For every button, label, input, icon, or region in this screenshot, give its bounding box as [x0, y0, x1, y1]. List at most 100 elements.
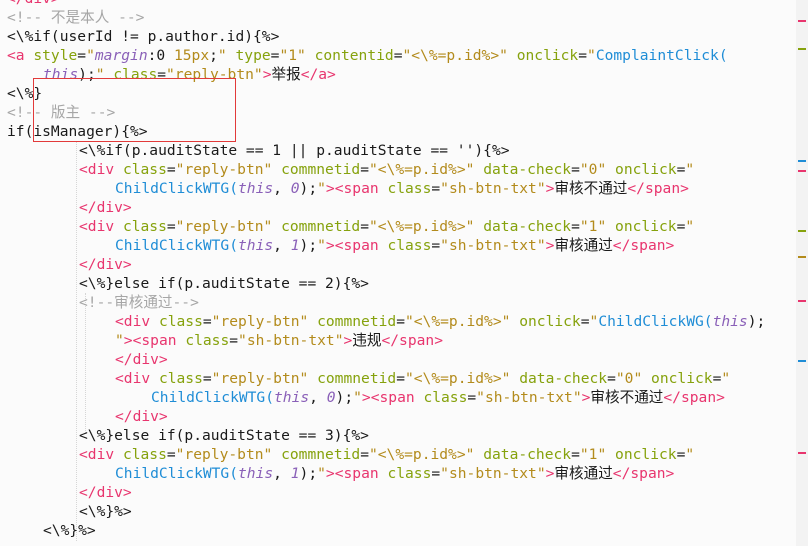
code-token: </div>	[79, 256, 132, 273]
code-token: </div>	[79, 484, 132, 501]
code-line[interactable]: <\%if(userId != p.author.id){%>	[0, 27, 796, 46]
code-token: <!-- 版主 -->	[7, 104, 116, 121]
code-token: class	[387, 180, 432, 197]
code-token: </span>	[627, 180, 689, 197]
code-token: >	[343, 332, 353, 349]
code-token: class	[158, 313, 203, 330]
code-line[interactable]: <\%}	[0, 84, 796, 103]
code-line[interactable]: <!-- 不是本人 -->	[0, 8, 796, 27]
code-token: </span>	[612, 465, 675, 482]
code-token: "0"	[579, 161, 616, 178]
code-token: "	[353, 389, 362, 406]
code-token: this	[712, 313, 748, 330]
code-line[interactable]: <!-- 版主 -->	[0, 103, 796, 122]
code-token: );	[747, 313, 766, 330]
code-line[interactable]: <div class="reply-btn" commnetid="<\%=p.…	[0, 160, 796, 179]
code-line[interactable]: if(isManager){%>	[0, 122, 796, 141]
code-line[interactable]: <div class="reply-btn" commnetid="<\%=p.…	[0, 217, 796, 236]
code-token: ChildClickWG(	[598, 313, 713, 330]
code-line[interactable]: <a style="margin:0 15px;" type="1" conte…	[0, 46, 796, 65]
code-token: 0	[326, 389, 336, 406]
code-token: 1	[290, 237, 300, 254]
code-line[interactable]: </div>	[0, 255, 796, 274]
code-token: 1	[290, 465, 300, 482]
code-editor[interactable]: </div> <!-- 不是本人 --> <\%if(userId != p.aut…	[0, 0, 808, 546]
code-area[interactable]: </div> <!-- 不是本人 --> <\%if(userId != p.aut…	[0, 0, 796, 540]
code-token: ><span	[325, 237, 388, 254]
code-token: "1"	[579, 218, 616, 235]
code-line[interactable]: ChildClickWTG(this, 1);"><span class="sh…	[0, 464, 796, 483]
code-token: "sh-btn-txt"	[440, 237, 546, 254]
code-token: "sh-btn-txt"	[440, 180, 546, 197]
code-token: ChildClickWTG(	[115, 237, 239, 254]
code-line[interactable]: </div>	[0, 0, 796, 8]
code-line[interactable]: <\%}%>	[0, 521, 796, 540]
code-token: 15px	[173, 47, 210, 64]
code-line[interactable]: <\%}else if(p.auditState == 3){%>	[0, 426, 796, 445]
code-token: ><span	[325, 180, 388, 197]
code-token: "reply-btn"	[175, 218, 282, 235]
code-token: "<\%=p.id%>"	[368, 161, 484, 178]
code-token: "<\%=p.id%>"	[404, 313, 520, 330]
code-line[interactable]: ChildClickWTG(this, 0);"><span class="sh…	[0, 179, 796, 198]
code-token: ChildClickWTG(	[115, 180, 239, 197]
code-token: ,	[273, 465, 291, 482]
code-line[interactable]: </div>	[0, 350, 796, 369]
code-token: ,	[273, 237, 291, 254]
code-token: this	[43, 66, 79, 83]
code-line[interactable]: <div class="reply-btn" commnetid="<\%=p.…	[0, 312, 796, 331]
code-line[interactable]: </div>	[0, 198, 796, 217]
code-token: );	[335, 389, 354, 406]
minimap[interactable]	[796, 0, 808, 546]
minimap-mark	[798, 160, 806, 162]
code-line[interactable]: this);" class="reply-btn">举报</a>	[0, 65, 796, 84]
code-token: "	[589, 313, 599, 330]
code-token: ComplaintClick(	[595, 47, 728, 64]
code-line[interactable]: <\%}else if(p.auditState == 2){%>	[0, 274, 796, 293]
code-token: =	[360, 161, 369, 178]
code-token: commnetid	[317, 370, 397, 387]
code-token: "	[685, 218, 695, 235]
code-line[interactable]: <div class="reply-btn" commnetid="<\%=p.…	[0, 369, 796, 388]
code-token: "	[317, 465, 326, 482]
code-token: <div	[79, 161, 123, 178]
code-token: onclick	[615, 218, 677, 235]
code-token: onclick	[651, 370, 713, 387]
code-token: if(isManager){%>	[7, 123, 148, 140]
minimap-mark	[798, 230, 806, 232]
code-token: class	[185, 332, 230, 349]
code-line[interactable]: <!--审核通过-->	[0, 293, 796, 312]
code-token: =	[571, 218, 580, 235]
code-token: ,	[273, 180, 291, 197]
code-token: "	[587, 47, 596, 64]
code-token: <div	[79, 446, 123, 463]
code-token: commnetid	[317, 313, 397, 330]
code-token: =	[571, 161, 580, 178]
code-token: =	[166, 161, 176, 178]
code-token: <!-- 不是本人 -->	[7, 9, 145, 26]
code-line[interactable]: </div>	[0, 407, 796, 426]
code-token: <div	[115, 370, 159, 387]
code-token: =	[229, 332, 239, 349]
code-line[interactable]: "><span class="sh-btn-txt">违规</span>	[0, 331, 796, 350]
code-token: "	[317, 180, 326, 197]
code-token: </span>	[381, 332, 443, 349]
code-token: "	[217, 47, 236, 64]
code-token: ><span	[123, 332, 186, 349]
code-token: </div>	[7, 0, 60, 7]
code-token: ,	[309, 389, 327, 406]
code-line[interactable]: </div>	[0, 483, 796, 502]
code-token: <\%if(p.auditState == 1 || p.auditState …	[79, 142, 510, 159]
minimap-mark	[798, 20, 806, 22]
code-line[interactable]: <\%}%>	[0, 502, 796, 521]
code-token: "	[95, 66, 114, 83]
code-token: "<\%=p.id%>"	[404, 370, 520, 387]
code-token: =	[166, 218, 176, 235]
code-line[interactable]: ChildClickWTG(this, 1);"><span class="sh…	[0, 236, 796, 255]
code-token: ChildClickWTG(	[151, 389, 275, 406]
code-token: "<\%=p.id%>"	[368, 218, 484, 235]
code-line[interactable]: ChildClickWTG(this, 0);"><span class="sh…	[0, 388, 796, 407]
code-line[interactable]: <\%if(p.auditState == 1 || p.auditState …	[0, 141, 796, 160]
code-line[interactable]: <div class="reply-btn" commnetid="<\%=p.…	[0, 445, 796, 464]
code-token: ChildClickWTG(	[115, 465, 239, 482]
